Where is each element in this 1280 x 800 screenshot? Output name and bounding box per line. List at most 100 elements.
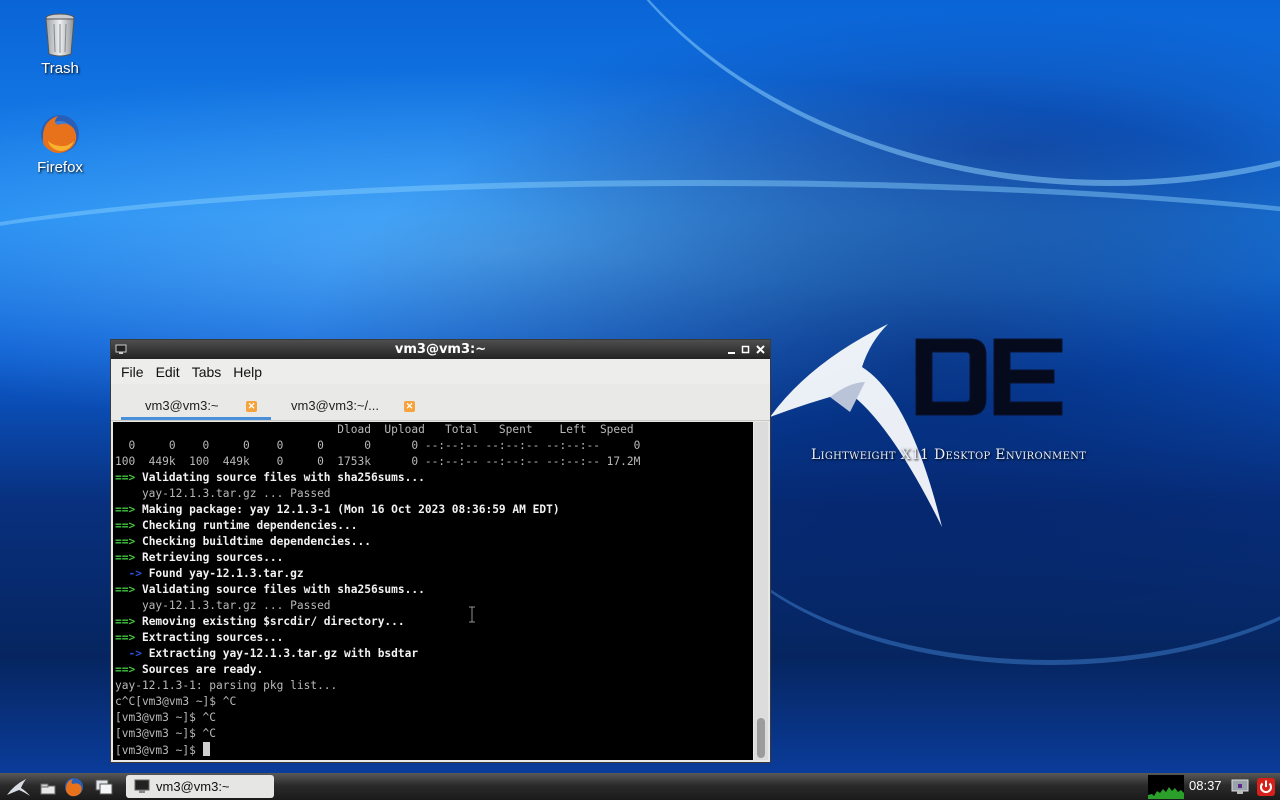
window-titlebar[interactable]: vm3@vm3:~ xyxy=(111,340,770,359)
terminal-text: c^C[vm3@vm3 ~]$ ^C xyxy=(115,695,237,708)
close-button[interactable] xyxy=(755,344,766,355)
terminal-line: ==> Checking runtime dependencies... xyxy=(115,518,753,534)
tab-close-icon[interactable]: ✕ xyxy=(404,401,415,412)
terminal-text: ==> xyxy=(115,663,142,676)
tab-subdir[interactable]: vm3@vm3:~/... ✕ xyxy=(281,384,431,420)
terminal-text: Checking runtime dependencies... xyxy=(141,519,358,532)
lxde-logo xyxy=(770,324,1063,527)
terminal-text: ==> xyxy=(115,503,142,516)
terminal-window[interactable]: vm3@vm3:~ File Edit Tabs Help vm3@vm3:~ … xyxy=(111,340,770,762)
terminal-line: c^C[vm3@vm3 ~]$ ^C xyxy=(115,694,753,710)
terminal-line: 100 449k 100 449k 0 0 1753k 0 --:--:-- -… xyxy=(115,454,753,470)
terminal-cursor xyxy=(202,742,210,756)
terminal-line: ==> Removing existing $srcdir/ directory… xyxy=(115,614,753,630)
minimize-icon xyxy=(728,352,735,354)
panel-clock[interactable]: 08:37 xyxy=(1189,778,1222,793)
screen-lock-icon[interactable] xyxy=(1230,777,1250,797)
terminal-text: Checking buildtime dependencies... xyxy=(141,535,371,548)
trash-icon xyxy=(38,12,82,58)
maximize-icon xyxy=(741,345,750,354)
terminal-line: ==> Checking buildtime dependencies... xyxy=(115,534,753,550)
desktop-icon-trash[interactable]: Trash xyxy=(10,12,110,77)
menu-file[interactable]: File xyxy=(115,364,150,380)
logout-power-icon[interactable] xyxy=(1256,777,1276,797)
taskbar-button-label: vm3@vm3:~ xyxy=(156,779,230,794)
terminal-line: ==> Retrieving sources... xyxy=(115,550,753,566)
terminal-text: ==> xyxy=(115,583,142,596)
text-cursor-icon xyxy=(469,606,475,623)
terminal-line: yay-12.1.3-1: parsing pkg list... xyxy=(115,678,753,694)
terminal-text: Sources are ready. xyxy=(141,663,264,676)
terminal-text: Retrieving sources... xyxy=(141,551,284,564)
terminal-line: ==> Making package: yay 12.1.3-1 (Mon 16… xyxy=(115,502,753,518)
terminal-text: Validating source files with sha256sums.… xyxy=(141,471,425,484)
menu-help[interactable]: Help xyxy=(227,364,268,380)
terminal-line: ==> Validating source files with sha256s… xyxy=(115,470,753,486)
terminal-text: ==> xyxy=(115,519,142,532)
terminal-text: Dload Upload Total Spent Left Speed xyxy=(115,423,634,436)
terminal-text: ==> xyxy=(115,631,142,644)
tab-close-icon[interactable]: ✕ xyxy=(246,401,257,412)
terminal-text: [vm3@vm3 ~]$ ^C xyxy=(115,727,217,740)
terminal-text: 100 449k 100 449k 0 0 1753k 0 --:--:-- -… xyxy=(115,455,641,468)
terminal-line: [vm3@vm3 ~]$ xyxy=(115,742,753,758)
active-tab-indicator xyxy=(121,417,271,420)
taskbar-terminal-button[interactable]: vm3@vm3:~ xyxy=(126,775,274,798)
desktop-icon-label: Firefox xyxy=(37,159,83,176)
terminal-line: Dload Upload Total Spent Left Speed xyxy=(115,422,753,438)
terminal-line: ==> Validating source files with sha256s… xyxy=(115,582,753,598)
lxde-tagline: Lightweight X11 Desktop Environment xyxy=(811,447,1087,463)
cpu-monitor[interactable] xyxy=(1148,775,1184,799)
terminal-text: -> xyxy=(115,567,149,580)
menu-edit[interactable]: Edit xyxy=(150,364,186,380)
bottom-panel: vm3@vm3:~ 08:37 xyxy=(0,773,1280,800)
terminal-text: ==> xyxy=(115,551,142,564)
terminal-text: -> xyxy=(115,647,149,660)
window-switcher-icon[interactable] xyxy=(94,777,114,797)
terminal-output[interactable]: Dload Upload Total Spent Left Speed 0 0 … xyxy=(113,422,753,760)
terminal-text: yay-12.1.3.tar.gz ... Passed xyxy=(115,599,331,612)
terminal-text: 0 0 0 0 0 0 0 0 --:--:-- --:--:-- --:--:… xyxy=(115,439,641,452)
desktop-icon-firefox[interactable]: Firefox xyxy=(10,111,110,176)
terminal-icon xyxy=(134,779,150,793)
desktop-icon-label: Trash xyxy=(41,60,79,77)
terminal-line: 0 0 0 0 0 0 0 0 --:--:-- --:--:-- --:--:… xyxy=(115,438,753,454)
terminal-line: ==> Extracting sources... xyxy=(115,630,753,646)
firefox-icon xyxy=(38,111,82,157)
terminal-line: yay-12.1.3.tar.gz ... Passed xyxy=(115,486,753,502)
terminal-line: ==> Sources are ready. xyxy=(115,662,753,678)
window-title: vm3@vm3:~ xyxy=(394,342,487,357)
show-desktop-icon[interactable] xyxy=(38,777,58,797)
tab-bar: vm3@vm3:~ ✕ vm3@vm3:~/... ✕ xyxy=(111,384,770,421)
terminal-text: Extracting yay-12.1.3.tar.gz with bsdtar xyxy=(148,647,419,660)
terminal-text: yay-12.1.3.tar.gz ... Passed xyxy=(115,487,331,500)
terminal-line: [vm3@vm3 ~]$ ^C xyxy=(115,710,753,726)
tab-home[interactable]: vm3@vm3:~ ✕ xyxy=(111,384,271,420)
maximize-button[interactable] xyxy=(740,344,751,355)
terminal-line: yay-12.1.3.tar.gz ... Passed xyxy=(115,598,753,614)
close-icon xyxy=(756,345,765,354)
terminal-text: Making package: yay 12.1.3-1 (Mon 16 Oct… xyxy=(141,503,560,516)
terminal-text: Extracting sources... xyxy=(141,631,284,644)
terminal-line: [vm3@vm3 ~]$ ^C xyxy=(115,726,753,742)
terminal-text: Removing existing $srcdir/ directory... xyxy=(141,615,405,628)
tab-label: vm3@vm3:~/... xyxy=(291,398,379,413)
terminal-text: Found yay-12.1.3.tar.gz xyxy=(148,567,304,580)
terminal-text: ==> xyxy=(115,471,142,484)
menu-bar: File Edit Tabs Help xyxy=(111,359,770,384)
tab-label: vm3@vm3:~ xyxy=(145,398,219,413)
terminal-text: ==> xyxy=(115,615,142,628)
minimize-button[interactable] xyxy=(726,344,737,355)
menu-tabs[interactable]: Tabs xyxy=(186,364,228,380)
terminal-text: Validating source files with sha256sums.… xyxy=(141,583,425,596)
terminal-text: [vm3@vm3 ~]$ ^C xyxy=(115,711,217,724)
terminal-text: yay-12.1.3-1: parsing pkg list... xyxy=(115,679,338,692)
lxde-menu-icon[interactable] xyxy=(6,777,32,797)
terminal-text: ==> xyxy=(115,535,142,548)
terminal-text: [vm3@vm3 ~]$ xyxy=(115,744,203,757)
terminal-scrollbar[interactable] xyxy=(754,422,768,760)
scrollbar-thumb[interactable] xyxy=(757,718,765,758)
terminal-line: -> Found yay-12.1.3.tar.gz xyxy=(115,566,753,582)
terminal-line: -> Extracting yay-12.1.3.tar.gz with bsd… xyxy=(115,646,753,662)
firefox-launcher-icon[interactable] xyxy=(64,777,84,797)
